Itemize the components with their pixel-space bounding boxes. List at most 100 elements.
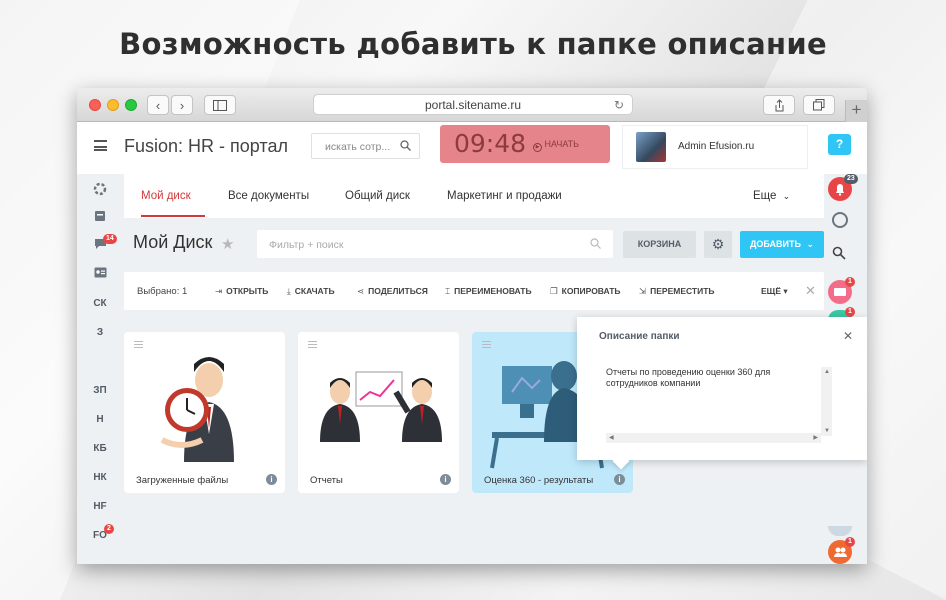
close-icon[interactable]: ✕ xyxy=(805,283,816,299)
vertical-scrollbar[interactable]: ▲ ▼ xyxy=(821,367,832,436)
open-button[interactable]: ⇥ ОТКРЫТЬ xyxy=(215,286,268,297)
cog-network-icon xyxy=(93,182,107,196)
employee-search-input[interactable]: искать сотр... xyxy=(311,133,420,159)
info-icon[interactable]: i xyxy=(614,474,625,485)
folder-description-text[interactable]: Отчеты по проведению оценки 360 для сотр… xyxy=(606,367,806,389)
copy-label: КОПИРОВАТЬ xyxy=(561,286,621,296)
sidebar-toggle-button[interactable] xyxy=(204,95,236,115)
sidebar-item-sk[interactable]: СК xyxy=(77,298,123,309)
sidebar-item-z[interactable]: З xyxy=(77,327,123,338)
fo-badge: 2 xyxy=(104,524,114,534)
tab-shared-disk[interactable]: Общий диск xyxy=(345,190,410,202)
info-icon[interactable]: i xyxy=(266,474,277,485)
open-lines-button[interactable]: 1 xyxy=(828,277,855,304)
tab-my-disk[interactable]: Мой диск xyxy=(141,190,191,202)
minimize-window-button[interactable] xyxy=(107,99,119,111)
star-icon[interactable]: ★ xyxy=(221,235,234,253)
copy-icon: ❐ xyxy=(550,286,558,296)
user-profile[interactable]: Admin Efusion.ru xyxy=(622,125,808,169)
tabs-overview-button[interactable] xyxy=(803,95,835,115)
folder-card[interactable]: Отчеты i xyxy=(298,332,459,493)
add-button[interactable]: ДОБАВИТЬ ⌄ xyxy=(740,231,824,258)
folder-name: Загруженные файлы xyxy=(136,475,229,486)
list-icon xyxy=(95,211,105,221)
search-placeholder: искать сотр... xyxy=(325,141,391,153)
presentation-illustration xyxy=(320,371,442,442)
gear-icon: ⚙ xyxy=(711,236,725,252)
search-icon xyxy=(590,238,601,249)
sidebar-item-contacts[interactable] xyxy=(77,267,123,281)
address-bar[interactable]: portal.sitename.ru ↻ xyxy=(313,94,633,115)
help-button[interactable]: ? xyxy=(828,134,851,155)
folder-name: Оценка 360 - результаты xyxy=(484,475,594,486)
work-timer[interactable]: 09:48 ▶ НАЧАТЬ xyxy=(440,125,610,163)
forward-button[interactable]: › xyxy=(171,95,193,115)
tab-marketing-sales[interactable]: Маркетинг и продажи xyxy=(447,190,562,202)
tab-all-documents[interactable]: Все документы xyxy=(228,190,309,202)
folder-card[interactable]: Загруженные файлы i xyxy=(124,332,285,493)
timer-start-button[interactable]: ▶ НАЧАТЬ xyxy=(533,139,579,152)
page-headline: Возможность добавить к папке описание xyxy=(119,27,827,61)
move-button[interactable]: ⇲ ПЕРЕМЕСТИТЬ xyxy=(639,286,715,297)
page-title: Мой Диск xyxy=(133,232,213,252)
menu-icon[interactable] xyxy=(94,140,107,151)
drag-handle-icon[interactable] xyxy=(134,341,143,348)
open-lines-badge: 1 xyxy=(845,277,855,287)
sidebar-item-nk[interactable]: НК xyxy=(77,472,123,483)
scroll-up-icon[interactable]: ▲ xyxy=(824,369,830,375)
group-chat-button[interactable]: 1 xyxy=(828,537,855,564)
sidebar-item-fo[interactable]: FO 2 xyxy=(77,524,123,541)
move-label: ПЕРЕМЕСТИТЬ xyxy=(650,286,715,296)
settings-button[interactable]: ⚙ xyxy=(704,231,732,258)
share-button[interactable] xyxy=(763,95,795,115)
info-icon[interactable]: i xyxy=(440,474,451,485)
scroll-left-icon[interactable]: ◀ xyxy=(609,434,614,441)
download-label: СКАЧАТЬ xyxy=(294,286,335,296)
group-badge: 1 xyxy=(845,537,855,547)
back-button[interactable]: ‹ xyxy=(147,95,169,115)
tab-more[interactable]: Еще ⌄ xyxy=(753,190,790,202)
reload-icon[interactable]: ↻ xyxy=(614,95,624,115)
contact-button[interactable] xyxy=(828,526,852,536)
share-nodes-icon: ⋖ xyxy=(357,286,365,296)
folder-description-popup: Описание папки ✕ Отчеты по проведению оц… xyxy=(577,317,867,460)
sidebar-item-hf[interactable]: HF xyxy=(77,501,123,512)
sidebar-item-chat[interactable]: 14 xyxy=(77,234,123,253)
more-actions-button[interactable]: ЕЩЁ ▾ xyxy=(761,286,788,297)
timer-time: 09:48 xyxy=(454,129,527,158)
folder-name: Отчеты xyxy=(310,475,343,486)
avatar xyxy=(636,132,666,162)
trash-button[interactable]: КОРЗИНА xyxy=(623,231,696,258)
chat-bubble-icon[interactable] xyxy=(832,212,848,228)
download-button[interactable]: ⤓ СКАЧАТЬ xyxy=(287,286,335,297)
maximize-window-button[interactable] xyxy=(125,99,137,111)
drag-handle-icon[interactable] xyxy=(482,341,491,348)
share-action-button[interactable]: ⋖ ПОДЕЛИТЬСЯ xyxy=(357,286,428,297)
scroll-right-icon[interactable]: ▶ xyxy=(813,434,818,441)
scroll-down-icon[interactable]: ▼ xyxy=(824,428,830,434)
close-icon[interactable]: ✕ xyxy=(843,329,853,343)
new-tab-button[interactable]: + xyxy=(845,100,867,122)
copy-button[interactable]: ❐ КОПИРОВАТЬ xyxy=(550,286,621,297)
filter-placeholder: Фильтр + поиск xyxy=(269,239,344,251)
sidebar-item-n[interactable]: Н xyxy=(77,414,123,425)
drag-handle-icon[interactable] xyxy=(308,341,317,348)
close-window-button[interactable] xyxy=(89,99,101,111)
url-text: portal.sitename.ru xyxy=(424,98,522,112)
search-icon[interactable] xyxy=(832,246,848,262)
notifications-button[interactable]: 23 xyxy=(828,174,858,201)
sidebar-icon xyxy=(213,99,227,111)
horizontal-scrollbar[interactable]: ◀ ▶ xyxy=(606,433,821,443)
play-icon: ▶ xyxy=(533,143,542,152)
sidebar-item-settings[interactable] xyxy=(77,182,123,199)
tabs-icon xyxy=(813,99,825,111)
sidebar-item-zp[interactable]: ЗП xyxy=(77,385,123,396)
sidebar-item-tasks[interactable] xyxy=(77,210,123,225)
download-icon: ⤓ xyxy=(287,286,291,296)
filter-search-input[interactable]: Фильтр + поиск xyxy=(257,230,613,258)
browser-window: ‹ › portal.sitename.ru ↻ + Fusion: HR - … xyxy=(77,88,867,564)
sidebar-item-kb[interactable]: КБ xyxy=(77,443,123,454)
rename-button[interactable]: ⌶ ПЕРЕИМЕНОВАТЬ xyxy=(445,286,532,297)
search-glyph xyxy=(832,246,846,260)
chevron-down-icon: ⌄ xyxy=(806,239,815,249)
